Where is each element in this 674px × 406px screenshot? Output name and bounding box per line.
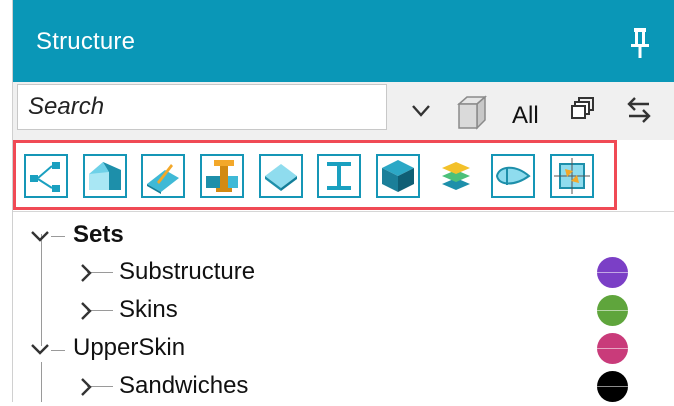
chevron-right-icon[interactable]: [75, 262, 97, 284]
type-filter-bar: [13, 140, 617, 210]
structure-tree: Sets Substructure Skins UpperSkin Sandwi…: [13, 212, 674, 402]
cube-view-icon[interactable]: [453, 92, 493, 132]
color-swatch[interactable]: [597, 333, 628, 364]
search-toolbar: All: [13, 82, 674, 140]
airfoil-icon[interactable]: [491, 154, 535, 198]
connection-icon[interactable]: [24, 154, 68, 198]
all-filter-label[interactable]: All: [512, 102, 539, 130]
color-swatch[interactable]: [597, 295, 628, 326]
stiffener-icon[interactable]: [141, 154, 185, 198]
layers-icon[interactable]: [434, 154, 478, 198]
chevron-down-icon[interactable]: [29, 225, 51, 247]
tree-item-skins[interactable]: Skins: [13, 292, 674, 330]
plate-icon[interactable]: [259, 154, 303, 198]
panel-title: Structure: [36, 28, 136, 55]
tree-item-label: Substructure: [119, 258, 256, 285]
copy-windows-icon[interactable]: [569, 90, 599, 130]
search-input[interactable]: [17, 84, 387, 130]
chevron-right-icon[interactable]: [75, 376, 97, 398]
swap-arrows-icon[interactable]: [623, 90, 657, 130]
tree-item-upperskin[interactable]: UpperSkin: [13, 330, 674, 368]
chevron-down-icon[interactable]: [29, 338, 51, 360]
tree-item-label: Sandwiches: [119, 372, 249, 399]
color-swatch[interactable]: [597, 257, 628, 288]
fit-view-icon[interactable]: [550, 154, 594, 198]
cube-icon[interactable]: [376, 154, 420, 198]
tree-item-label: Sets: [73, 221, 124, 248]
tree-item-substructure[interactable]: Substructure: [13, 254, 674, 292]
i-beam-icon[interactable]: [317, 154, 361, 198]
solid-body-icon[interactable]: [83, 154, 127, 198]
pin-icon[interactable]: [625, 26, 655, 60]
tree-item-label: UpperSkin: [73, 334, 186, 361]
panel-titlebar: Structure: [13, 0, 674, 82]
color-swatch[interactable]: [597, 371, 628, 402]
tree-item-sandwiches[interactable]: Sandwiches: [13, 368, 674, 406]
tree-item-sets[interactable]: Sets: [13, 217, 674, 255]
beam-joint-icon[interactable]: [200, 154, 244, 198]
chevron-down-icon[interactable]: [407, 90, 435, 130]
structure-panel: Structure All: [12, 0, 674, 402]
chevron-right-icon[interactable]: [75, 300, 97, 322]
tree-item-label: Skins: [119, 296, 178, 323]
